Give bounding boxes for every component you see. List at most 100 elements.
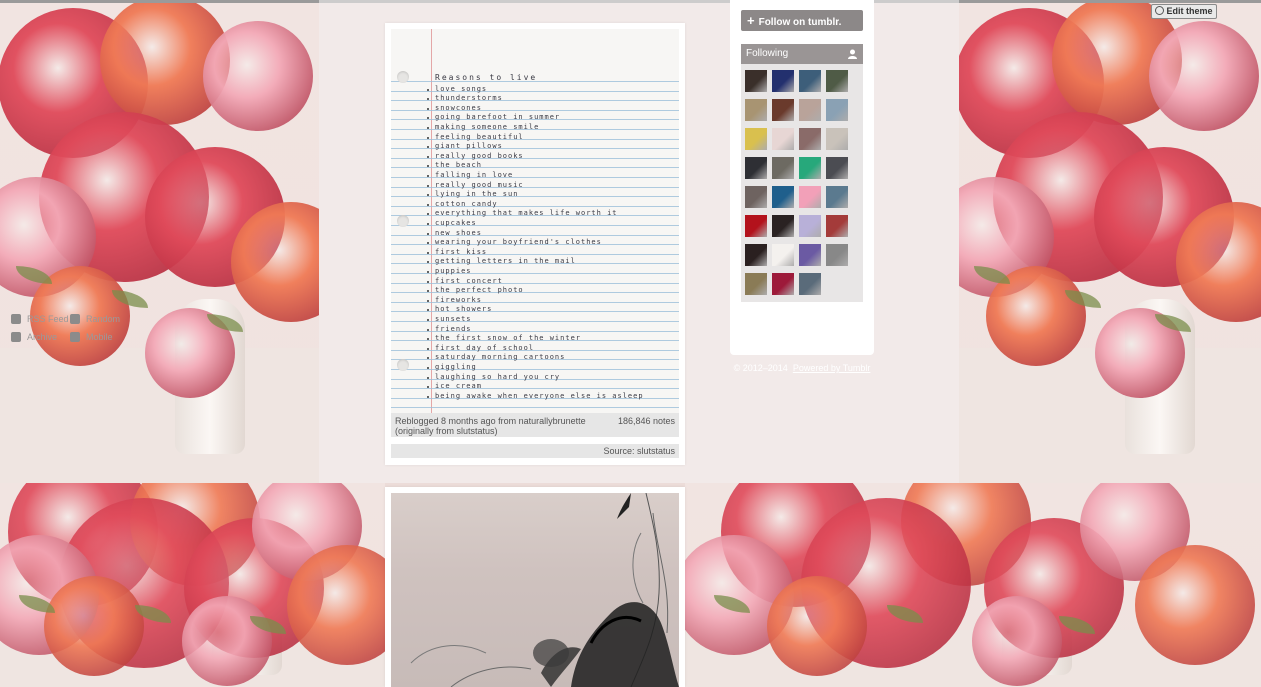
following-avatar[interactable] — [745, 99, 767, 121]
note-line: hot showers — [435, 305, 493, 314]
following-avatar[interactable] — [826, 157, 848, 179]
following-avatar[interactable] — [799, 273, 821, 295]
following-avatar[interactable] — [799, 186, 821, 208]
post-photo-notebook[interactable]: Reasons to live love songs thunderstorms sn… — [391, 29, 679, 433]
following-avatar[interactable] — [772, 128, 794, 150]
following-avatar[interactable] — [799, 157, 821, 179]
note-line: thunderstorms — [435, 94, 503, 103]
following-avatar[interactable] — [826, 244, 848, 266]
following-avatar[interactable] — [772, 99, 794, 121]
note-line: cupcakes — [435, 219, 477, 227]
following-label: Following — [746, 48, 789, 59]
punch-hole — [397, 359, 409, 371]
flower — [971, 595, 1062, 686]
flower — [1134, 545, 1255, 665]
following-avatar[interactable] — [772, 244, 794, 266]
note-bullet — [427, 203, 429, 206]
note-bullet — [427, 127, 429, 129]
mobile-label: Mobile — [86, 332, 113, 342]
note-bullet — [427, 319, 429, 321]
note-line: puppies — [435, 267, 472, 275]
following-avatar[interactable] — [745, 186, 767, 208]
flower — [1148, 21, 1259, 132]
note-line: saturday morning cartoons — [435, 353, 566, 362]
note-bullet — [427, 367, 429, 369]
sketch-drawing — [410, 493, 679, 687]
following-avatar[interactable] — [772, 215, 794, 237]
punch-hole — [397, 71, 409, 83]
background-tile — [685, 483, 1261, 687]
note-line: falling in love — [435, 171, 514, 179]
note-bullet — [427, 271, 429, 273]
note-bullet — [427, 251, 429, 254]
follow-on-tumblr-button[interactable]: + Follow on tumblr. — [741, 10, 863, 31]
following-avatar[interactable] — [826, 186, 848, 208]
note-line: the first snow of the winter — [435, 334, 582, 343]
note-bullet — [427, 155, 429, 158]
shuffle-icon — [70, 314, 80, 324]
following-avatar[interactable] — [826, 215, 848, 237]
following-avatar[interactable] — [826, 128, 848, 150]
following-avatar[interactable] — [826, 70, 848, 92]
paper-margin-line — [431, 29, 432, 433]
note-line: giant pillows — [435, 142, 503, 151]
post-text-list: Reasons to live love songs thunderstorms sn… — [385, 23, 685, 465]
note-line: fireworks — [435, 295, 482, 304]
note-bullet — [427, 88, 429, 91]
following-avatar[interactable] — [772, 273, 794, 295]
note-line: really good music — [435, 180, 524, 189]
following-avatar[interactable] — [745, 157, 767, 179]
note-line: really good books — [435, 151, 524, 160]
following-avatar[interactable] — [799, 215, 821, 237]
following-avatar[interactable] — [799, 244, 821, 266]
following-avatar[interactable] — [799, 128, 821, 150]
following-avatar[interactable] — [772, 157, 794, 179]
flower — [202, 21, 313, 132]
following-avatar[interactable] — [745, 244, 767, 266]
note-line: first day of school — [435, 343, 535, 352]
following-avatar[interactable] — [826, 99, 848, 121]
sketch-image[interactable] — [391, 493, 679, 687]
note-line: ice cream — [435, 382, 482, 391]
post-photo-sketch — [385, 487, 685, 687]
person-icon — [848, 49, 857, 59]
mobile-link[interactable]: Mobile — [70, 331, 113, 343]
punch-hole — [397, 215, 409, 227]
following-avatar[interactable] — [772, 186, 794, 208]
notes-count[interactable]: 186,846 notes — [618, 416, 675, 426]
following-avatar[interactable] — [799, 99, 821, 121]
follow-label: Follow on tumblr. — [758, 17, 842, 28]
post-source[interactable]: Source: slutstatus — [391, 444, 679, 458]
source-link[interactable]: Source: slutstatus — [603, 446, 675, 456]
edit-theme-button[interactable]: Edit theme — [1151, 4, 1217, 19]
following-avatar[interactable] — [745, 70, 767, 92]
note-line: wearing your boyfriend's clothes — [435, 238, 602, 247]
reblog-info[interactable]: Reblogged 8 months ago from naturallybru… — [395, 416, 595, 436]
note-bullet — [427, 376, 429, 379]
following-avatar[interactable] — [745, 273, 767, 295]
flower — [181, 595, 272, 686]
note-bullet — [427, 299, 429, 302]
note-line: laughing so hard you cry — [435, 372, 561, 381]
note-line: getting letters in the mail — [435, 257, 576, 266]
note-line: friends — [435, 324, 472, 333]
following-avatar[interactable] — [745, 128, 767, 150]
note-line: new shoes — [435, 228, 482, 237]
note-bullet — [427, 175, 429, 177]
note-title: Reasons to live — [435, 73, 538, 82]
following-avatar[interactable] — [772, 70, 794, 92]
powered-by-tumblr-link[interactable]: Powered by Tumblr — [793, 363, 871, 373]
note-line: sunsets — [435, 315, 472, 323]
edit-theme-label: Edit theme — [1166, 6, 1213, 16]
following-avatar[interactable] — [745, 215, 767, 237]
note-line: the beach — [435, 161, 482, 170]
note-bullet — [427, 232, 429, 235]
rss-feed-link[interactable]: RSS Feed — [11, 313, 69, 325]
following-avatar[interactable] — [799, 70, 821, 92]
flower — [766, 576, 867, 677]
note-bullet — [427, 184, 429, 187]
note-line: cotton candy — [435, 199, 498, 208]
random-link[interactable]: Random — [70, 313, 120, 325]
archive-link[interactable]: Archive — [11, 331, 57, 343]
note-line: lying in the sun — [435, 190, 519, 199]
